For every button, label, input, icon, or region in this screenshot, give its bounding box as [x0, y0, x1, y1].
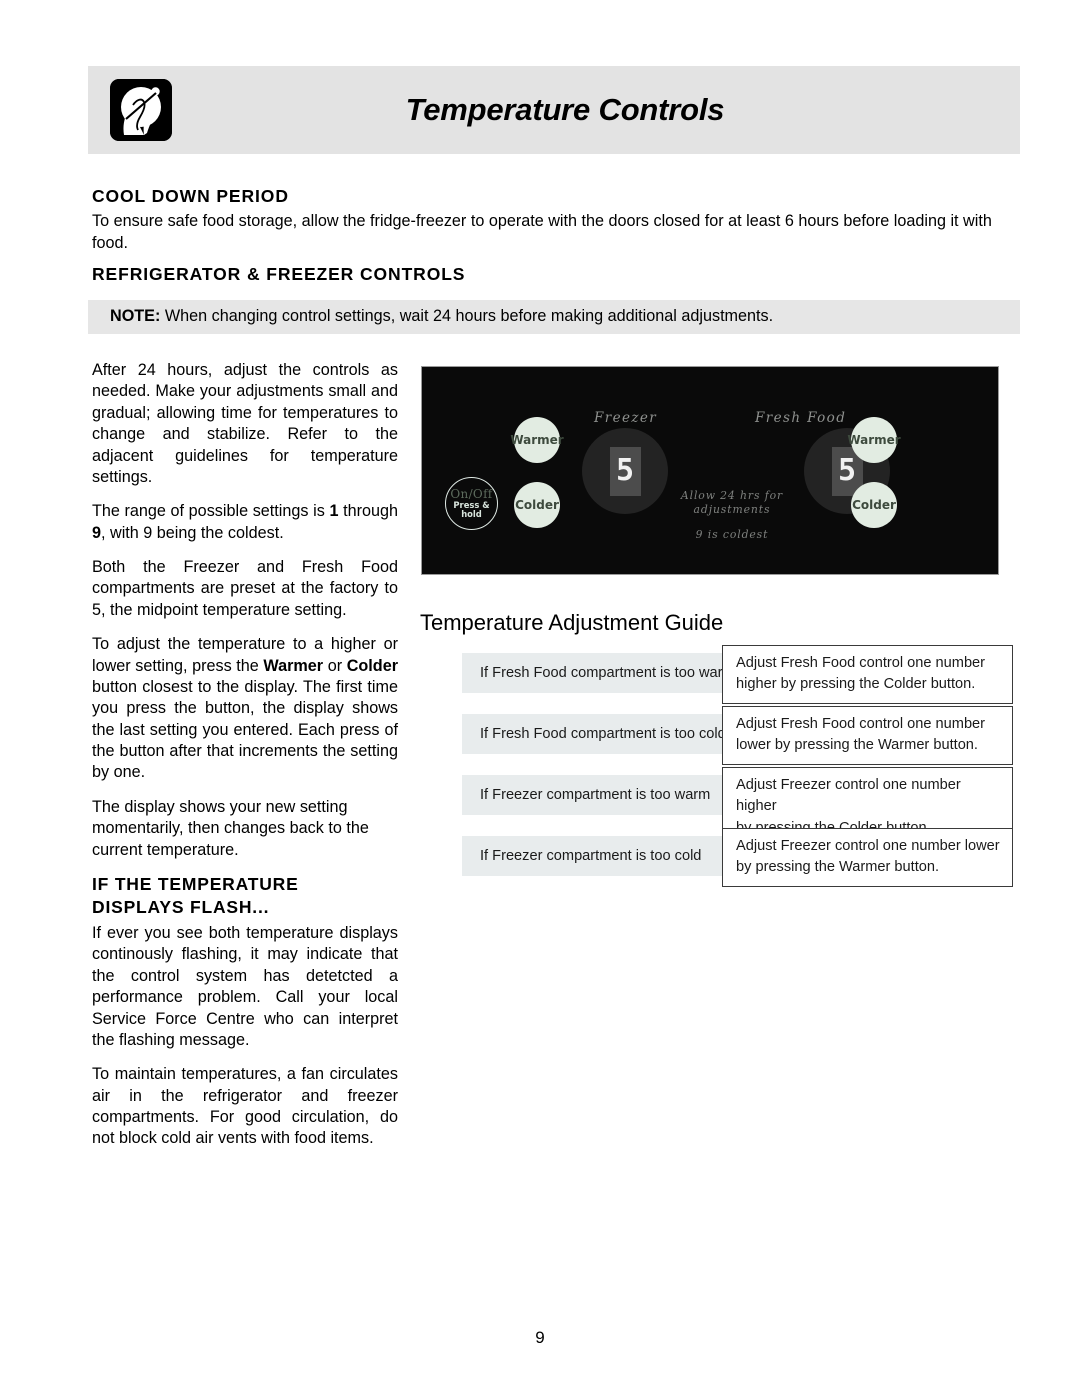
control-panel-wait-note: Allow 24 hrs for adjustments: [680, 489, 784, 517]
temperature-adjustment-guide: If Fresh Food compartment is too warm Ad…: [420, 645, 1020, 887]
fresh-food-warmer-button[interactable]: Warmer: [847, 417, 901, 463]
note-body: When changing control settings, wait 24 …: [164, 307, 774, 325]
fresh-food-colder-button[interactable]: Colder: [851, 482, 897, 528]
page-header-band: Temperature Controls: [88, 66, 1020, 154]
guide-action-1: Adjust Fresh Food control one number hig…: [722, 645, 1013, 704]
guide-title: Temperature Adjustment Guide: [420, 610, 724, 635]
note-banner-text: NOTE: When changing control settings, wa…: [110, 307, 773, 326]
text-range-mid: through: [338, 502, 398, 521]
freezer-colder-button[interactable]: Colder: [514, 482, 560, 528]
paragraph-adjust-controls: After 24 hours, adjust the controls as n…: [92, 361, 398, 486]
guide-condition-2: If Fresh Food compartment is too cold: [462, 714, 726, 754]
text-range-prefix: The range of possible settings is: [92, 502, 330, 521]
heading-cool-down-period: COOL DOWN PERIOD: [92, 186, 289, 206]
value-max-setting: 9: [92, 523, 102, 542]
heading-flash-line-1: IF THE TEMPERATURE: [92, 874, 299, 894]
note-label: NOTE:: [110, 307, 161, 325]
on-off-button[interactable]: On/Off Press & hold: [445, 477, 498, 530]
guide-condition-3: If Freezer compartment is too warm: [462, 775, 724, 815]
guide-condition-1: If Fresh Food compartment is too warm: [462, 653, 735, 693]
freezer-display-plate: 5: [609, 446, 641, 496]
text-adjust-suffix: button closest to the display. The first…: [92, 677, 398, 782]
cool-down-period-body: To ensure safe food storage, allow the f…: [92, 212, 992, 253]
flash-text-column: If ever you see both temperature display…: [92, 923, 398, 1163]
left-text-column: After 24 hours, adjust the controls as n…: [92, 360, 398, 874]
heading-displays-flash: IF THE TEMPERATURE DISPLAYS FLASH...: [92, 873, 402, 919]
note-banner: NOTE: When changing control settings, wa…: [88, 300, 1020, 334]
control-panel-fresh-food-label: Fresh Food: [755, 410, 847, 426]
on-off-button-sublabel: Press & hold: [453, 499, 490, 519]
paragraph-settings-range: The range of possible settings is 1 thro…: [92, 501, 398, 544]
control-panel-illustration: Freezer Fresh Food On/Off Press & hold W…: [421, 366, 999, 575]
label-colder-bold: Colder: [346, 656, 399, 675]
page-number: 9: [535, 1328, 545, 1347]
paragraph-factory-preset: Both the Freezer and Fresh Food compartm…: [92, 558, 398, 619]
paragraph-flash-meaning: If ever you see both temperature display…: [92, 924, 398, 1049]
freezer-setting-value: 5: [615, 453, 635, 488]
paragraph-fan-circulation: To maintain temperatures, a fan circulat…: [92, 1065, 398, 1148]
freezer-warmer-button[interactable]: Warmer: [510, 417, 564, 463]
guide-action-4: Adjust Freezer control one number lower …: [722, 828, 1013, 887]
heading-refrigerator-freezer-controls: REFRIGERATOR & FREEZER CONTROLS: [92, 264, 466, 284]
page-title: Temperature Controls: [405, 92, 725, 127]
control-panel-coldest-note: 9 is coldest: [695, 528, 769, 541]
fresh-food-setting-value: 5: [837, 453, 857, 488]
text-adjust-or: or: [323, 656, 347, 675]
text-range-suffix: , with 9 being the coldest.: [101, 523, 284, 542]
paragraph-display-behavior: The display shows your new setting momen…: [92, 797, 369, 859]
label-warmer-bold: Warmer: [263, 656, 324, 675]
freezer-display: 5: [582, 428, 668, 514]
guide-action-2: Adjust Fresh Food control one number low…: [722, 706, 1013, 765]
control-panel-freezer-label: Freezer: [594, 410, 658, 426]
guide-condition-4: If Freezer compartment is too cold: [462, 836, 724, 876]
heading-flash-line-2: DISPLAYS FLASH...: [92, 897, 270, 918]
hand-dial-icon: [110, 79, 172, 141]
paragraph-adjust-instructions: To adjust the temperature to a higher or…: [92, 634, 398, 784]
